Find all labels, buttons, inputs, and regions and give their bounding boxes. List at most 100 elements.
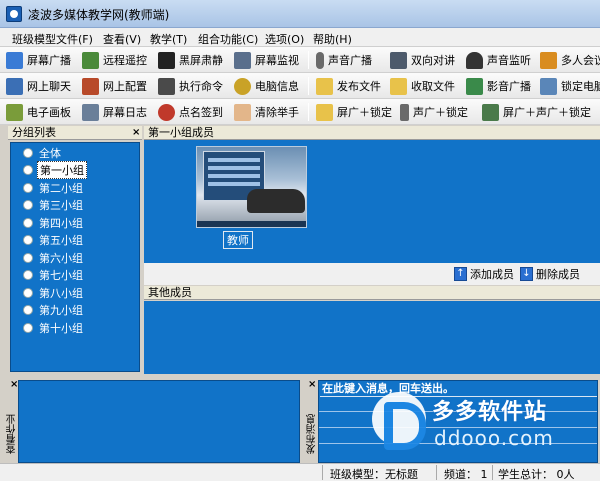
- wallpaper-car: [247, 189, 305, 213]
- sound-broadcast-lock-button[interactable]: 声广＋锁定: [400, 102, 468, 122]
- app-icon: [6, 6, 22, 22]
- radio-icon: [23, 322, 33, 333]
- roll-call-button[interactable]: 点名签到: [158, 102, 223, 122]
- whiteboard-button[interactable]: 电子画板: [6, 102, 71, 122]
- radio-icon: [23, 304, 33, 315]
- network-config-button[interactable]: 网上配置: [82, 76, 147, 96]
- add-member-button[interactable]: ↑ 添加成员: [454, 266, 514, 282]
- group-item-5[interactable]: 第五小组: [23, 232, 85, 247]
- lock-computer-icon: [540, 77, 557, 95]
- group-item-10[interactable]: 第十小组: [23, 320, 85, 335]
- thumbnail-taskbar: [197, 221, 306, 227]
- group-item-4[interactable]: 第四小组: [23, 215, 85, 230]
- conference-button[interactable]: 多人会议: [540, 50, 600, 70]
- watermark-logo-icon: [372, 392, 426, 450]
- group-list: 全体 第一小组 第二小组 第三小组 第四小组 第五小组 第六小组 第七小组 第八…: [10, 142, 140, 372]
- title-bar[interactable]: 凌波多媒体教学网(教师端): [0, 0, 600, 28]
- headphones-icon: [466, 51, 483, 69]
- clear-hand-icon: [234, 103, 251, 121]
- receive-file-icon: [390, 77, 407, 95]
- black-screen-icon: [158, 51, 175, 69]
- sound-broadcast-button[interactable]: 声音广播: [316, 50, 372, 70]
- network-config-icon: [82, 77, 99, 95]
- remote-control-icon: [82, 51, 99, 69]
- chat-button[interactable]: 网上聊天: [6, 76, 71, 96]
- watermark-title: 多多软件站: [432, 400, 548, 425]
- clear-raised-hand-button[interactable]: 清除举手: [234, 102, 299, 122]
- group-item-2[interactable]: 第二小组: [23, 180, 85, 195]
- screen-broadcast-lock-button[interactable]: 屏广＋锁定: [316, 102, 392, 122]
- menu-class-model-file[interactable]: 班级模型文件(F): [12, 31, 93, 47]
- whiteboard-icon: [6, 103, 23, 121]
- remove-member-button[interactable]: ↓ 删除成员: [520, 266, 580, 282]
- group-item-6[interactable]: 第六小组: [23, 250, 85, 265]
- radio-icon: [23, 269, 33, 280]
- other-members-area: [144, 301, 600, 374]
- screen-monitor-button[interactable]: 屏幕监视: [234, 50, 299, 70]
- group-item-all[interactable]: 全体: [23, 145, 63, 160]
- status-student-total: 学生总计： 0人: [498, 468, 575, 481]
- menu-help[interactable]: 帮助(H): [313, 31, 352, 47]
- intercom-button[interactable]: 双向对讲: [390, 50, 455, 70]
- screen-log-icon: [82, 103, 99, 121]
- group-list-header: 分组列表: [8, 126, 142, 140]
- group-item-8[interactable]: 第八小组: [23, 285, 85, 300]
- radio-icon: [23, 217, 33, 228]
- group-item-1[interactable]: 第一小组: [23, 160, 87, 179]
- watermark: 多多软件站 ddooo.com: [372, 390, 598, 460]
- conference-icon: [540, 51, 557, 69]
- status-divider: [492, 465, 493, 480]
- radio-icon: [23, 199, 33, 210]
- teacher-label: 教师: [223, 231, 253, 249]
- computer-info-button[interactable]: 电脑信息: [234, 76, 299, 96]
- group-item-9[interactable]: 第九小组: [23, 302, 85, 317]
- radio-icon: [23, 287, 33, 298]
- screen-log-button[interactable]: 屏幕日志: [82, 102, 147, 122]
- menu-teaching[interactable]: 教学(T): [150, 31, 187, 47]
- menu-view[interactable]: 查看(V): [103, 31, 141, 47]
- watermark-domain: ddooo.com: [434, 426, 554, 450]
- sound-monitor-button[interactable]: 声音监听: [466, 50, 531, 70]
- remote-control-button[interactable]: 远程遥控: [82, 50, 147, 70]
- close-icon[interactable]: ×: [308, 380, 316, 390]
- menu-bar: 班级模型文件(F) 查看(V) 教学(T) 组合功能(C) 选项(O) 帮助(H…: [0, 28, 600, 47]
- close-icon[interactable]: ×: [132, 128, 140, 138]
- other-members-header: 其他成员: [144, 286, 600, 300]
- menu-combined-functions[interactable]: 组合功能(C): [198, 31, 258, 47]
- send-file-icon: [316, 77, 333, 95]
- group-item-7[interactable]: 第七小组: [23, 267, 85, 282]
- toolbar-separator: [308, 77, 309, 95]
- radio-icon: [23, 252, 33, 263]
- roll-call-icon: [158, 103, 175, 121]
- toolbar-row-1: 屏幕广播 远程遥控 黑屏肃静 屏幕监视 声音广播 双向对讲 声音监听 多人会议: [0, 47, 600, 73]
- toolbar-row-2: 网上聊天 网上配置 执行命令 电脑信息 发布文件 收取文件 影音广播 锁定电脑: [0, 73, 600, 99]
- status-class-model: 班级模型：无标题: [330, 468, 418, 481]
- screen-sound-lock-icon: [482, 103, 499, 121]
- member-actions-bar: ↑ 添加成员 ↓ 删除成员: [144, 263, 600, 285]
- microphone-icon: [316, 51, 324, 69]
- command-icon: [158, 77, 175, 95]
- video-broadcast-button[interactable]: 影音广播: [466, 76, 531, 96]
- screen-lock-icon: [316, 103, 333, 121]
- radio-icon: [23, 147, 33, 158]
- status-channel: 频道： 1: [444, 468, 488, 481]
- arrow-up-icon: ↑: [454, 267, 467, 281]
- lock-computer-button[interactable]: 锁定电脑: [540, 76, 600, 96]
- teacher-screen-thumbnail[interactable]: [196, 146, 307, 228]
- view-homework-area: [18, 380, 300, 463]
- video-broadcast-icon: [466, 77, 483, 95]
- send-file-button[interactable]: 发布文件: [316, 76, 381, 96]
- radio-icon: [23, 182, 33, 193]
- screen-broadcast-button[interactable]: 屏幕广播: [6, 50, 71, 70]
- screen-sound-lock-button[interactable]: 屏广＋声广＋锁定: [482, 102, 591, 122]
- window-title: 凌波多媒体教学网(教师端): [28, 8, 170, 22]
- menu-options[interactable]: 选项(O): [265, 31, 304, 47]
- status-divider: [322, 465, 323, 480]
- black-screen-button[interactable]: 黑屏肃静: [158, 50, 223, 70]
- toolbar-separator: [308, 51, 309, 69]
- group-item-3[interactable]: 第三小组: [23, 197, 85, 212]
- execute-command-button[interactable]: 执行命令: [158, 76, 223, 96]
- status-bar: 班级模型：无标题 频道： 1 学生总计： 0人: [0, 463, 600, 481]
- screen-monitor-icon: [234, 51, 251, 69]
- receive-file-button[interactable]: 收取文件: [390, 76, 455, 96]
